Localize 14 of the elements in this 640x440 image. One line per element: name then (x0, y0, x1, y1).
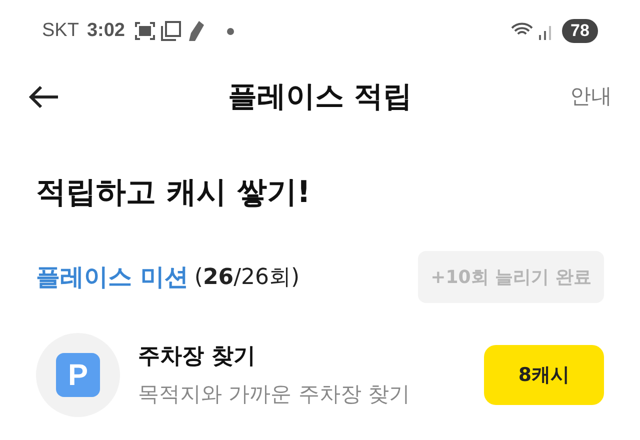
reward-button[interactable]: 8캐시 (484, 345, 604, 405)
clock: 3:02 (86, 18, 125, 43)
parking-icon: P (56, 353, 100, 397)
battery-badge: 78 (562, 19, 598, 43)
item-subtitle: 목적지와 가까운 주차장 찾기 (138, 380, 410, 408)
item-title: 주차장 찾기 (138, 342, 257, 371)
back-arrow-icon[interactable] (28, 85, 60, 109)
copy-icon (160, 21, 181, 41)
carrier: SKT (42, 18, 79, 43)
mission-title: 플레이스 미션 (36, 262, 188, 293)
guide-link[interactable]: 안내 (570, 81, 612, 113)
section-heading: 적립하고 캐시 쌓기! (36, 175, 311, 210)
mission-count: (26/26회) (194, 264, 300, 292)
page-title: 플레이스 적립 (228, 78, 412, 116)
